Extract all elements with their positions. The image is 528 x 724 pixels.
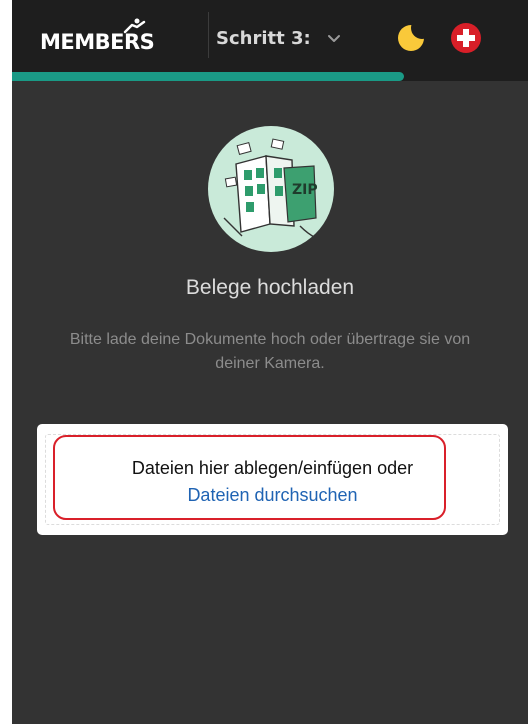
file-dropzone[interactable]: Dateien hier ablegen/einfügen oder Datei… — [37, 424, 508, 535]
top-bar: MEMBERS Schritt 3: — [12, 0, 528, 72]
step-selector[interactable]: Schritt 3: — [216, 20, 341, 56]
app-frame: MEMBERS Schritt 3: ZIP Belege hochladen … — [12, 0, 528, 724]
progress-bar — [12, 72, 528, 81]
page-subtitle: Bitte lade deine Dokumente hoch oder übe… — [69, 331, 471, 372]
page-title: Belege hochladen — [185, 276, 355, 299]
dropzone-border — [45, 434, 500, 525]
chevron-down-icon — [327, 34, 341, 43]
progress-fill — [12, 72, 405, 81]
document-upload-illustration: ZIP — [208, 126, 334, 252]
members-logo[interactable]: MEMBERS — [40, 18, 190, 58]
header-divider — [208, 12, 209, 58]
browse-files-link[interactable]: Dateien durchsuchen — [37, 485, 508, 506]
logo-figure-icon — [123, 18, 146, 34]
step-label: Schritt 3: — [216, 27, 311, 49]
zip-label: ZIP — [292, 182, 318, 198]
moon-icon[interactable] — [396, 20, 430, 54]
swiss-flag-icon[interactable] — [450, 22, 482, 54]
dropzone-prompt: Dateien hier ablegen/einfügen oder — [131, 458, 414, 478]
